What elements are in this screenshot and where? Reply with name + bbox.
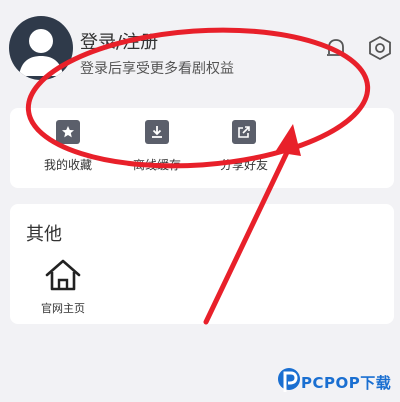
share-friends-button[interactable]: 分享好友: [204, 120, 284, 173]
offline-cache-button[interactable]: 离线缓存: [117, 120, 197, 173]
other-section-title: 其他: [26, 224, 62, 245]
user-silhouette-icon: [19, 29, 63, 76]
other-section-card: 其他 官网主页: [10, 204, 394, 324]
favorites-button[interactable]: 我的收藏: [28, 120, 108, 173]
official-site-label: 官网主页: [41, 302, 85, 315]
watermark-text: PCPOP下载: [301, 374, 392, 392]
watermark: PCPOP下载: [276, 364, 400, 398]
download-icon: [145, 120, 169, 144]
login-benefits-text: 登录后享受更多看剧权益: [80, 61, 234, 77]
login-register-link[interactable]: 登录/注册: [80, 28, 158, 54]
settings-icon[interactable]: [366, 34, 394, 62]
share-icon: [232, 120, 256, 144]
star-icon: [56, 120, 80, 144]
favorites-label: 我的收藏: [43, 158, 92, 172]
offline-cache-label: 离线缓存: [132, 158, 181, 172]
avatar[interactable]: [9, 16, 73, 80]
quick-actions-card: 我的收藏 离线缓存 分享好友: [10, 108, 394, 188]
pcpop-logo-icon: [278, 368, 300, 392]
home-icon: [45, 259, 81, 291]
profile-header: 登录/注册 登录后享受更多看剧权益: [0, 0, 400, 100]
bell-icon[interactable]: [322, 34, 350, 62]
share-friends-label: 分享好友: [219, 158, 268, 172]
official-site-button[interactable]: 官网主页: [32, 258, 94, 316]
